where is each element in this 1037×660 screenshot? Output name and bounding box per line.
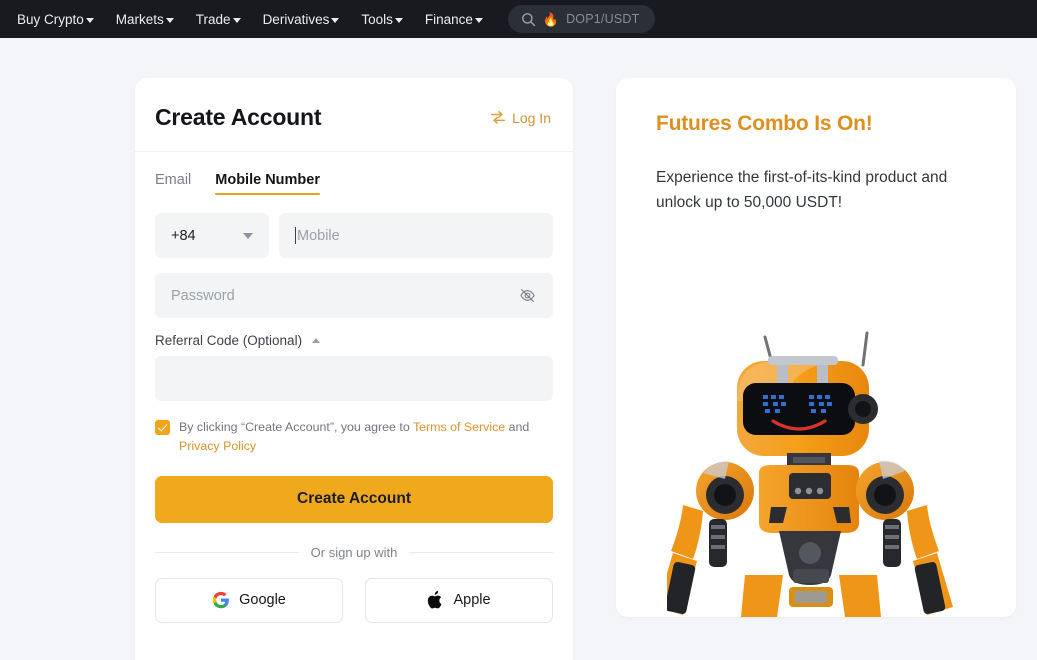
orange-robot-illustration — [667, 331, 953, 617]
nav-item-buy-crypto[interactable]: Buy Crypto — [6, 0, 105, 38]
apple-signup-button[interactable]: Apple — [365, 577, 553, 623]
swap-icon — [491, 111, 506, 124]
nav-item-derivatives[interactable]: Derivatives — [252, 0, 351, 38]
mobile-row: +84 Mobile — [155, 213, 553, 258]
google-signup-button[interactable]: Google — [155, 577, 343, 623]
nav-item-trade[interactable]: Trade — [185, 0, 252, 38]
nav-item-label: Buy Crypto — [17, 11, 84, 27]
chevron-down-icon — [232, 17, 241, 23]
referral-code-toggle[interactable]: Referral Code (Optional) — [155, 333, 553, 348]
chevron-down-icon — [331, 17, 340, 23]
promo-illustration — [656, 215, 978, 617]
oauth-button-label: Google — [239, 592, 286, 609]
nav-item-tools[interactable]: Tools — [350, 0, 414, 38]
login-link-label: Log In — [512, 109, 551, 126]
divider-line-right — [409, 551, 554, 553]
consent-checkbox[interactable] — [155, 420, 170, 435]
top-navbar: Buy Crypto Markets Trade Derivatives Too… — [0, 0, 1037, 38]
referral-code-label: Referral Code (Optional) — [155, 333, 303, 348]
chevron-down-icon — [165, 17, 174, 23]
page-title: Create Account — [155, 104, 322, 130]
chevron-up-icon — [311, 338, 320, 343]
mobile-input-placeholder: Mobile — [297, 227, 340, 244]
country-code-value: +84 — [171, 227, 196, 244]
google-icon — [212, 592, 230, 609]
consent-middle: and — [505, 420, 530, 434]
oauth-button-label: Apple — [453, 592, 491, 609]
country-code-select[interactable]: +84 — [155, 213, 269, 258]
tab-mobile-number[interactable]: Mobile Number — [215, 172, 320, 195]
chevron-down-icon — [85, 17, 94, 23]
password-input-placeholder: Password — [171, 287, 235, 304]
password-input[interactable]: Password — [155, 273, 553, 318]
search-box[interactable]: 🔥 DOP1/USDT — [507, 5, 656, 33]
consent-row: By clicking “Create Account”, you agree … — [155, 418, 553, 456]
search-text: DOP1/USDT — [566, 12, 640, 26]
oauth-buttons: Google Apple — [155, 577, 553, 623]
divider-label: Or sign up with — [310, 544, 398, 560]
nav-item-markets[interactable]: Markets — [105, 0, 185, 38]
mobile-input[interactable]: Mobile — [279, 213, 553, 258]
signup-divider: Or sign up with — [155, 544, 554, 560]
consent-text: By clicking “Create Account”, you agree … — [179, 418, 553, 456]
flame-icon: 🔥 — [542, 11, 560, 27]
privacy-policy-link[interactable]: Privacy Policy — [179, 439, 256, 453]
create-account-button[interactable]: Create Account — [155, 475, 553, 523]
nav-item-label: Trade — [195, 11, 231, 27]
nav-item-label: Tools — [361, 11, 393, 27]
chevron-down-icon — [243, 232, 253, 239]
referral-code-input[interactable] — [155, 356, 553, 401]
chevron-down-icon — [394, 17, 403, 23]
page-content: Create Account Log In Email Mobile Numbe… — [0, 38, 1037, 660]
nav-item-label: Markets — [115, 11, 164, 27]
login-link[interactable]: Log In — [490, 110, 551, 126]
signup-form: Email Mobile Number +84 Mobile Password — [135, 152, 573, 623]
promo-body: Experience the first-of-its-kind product… — [656, 169, 948, 212]
promo-title: Futures Combo Is On! — [656, 112, 873, 135]
text-cursor — [295, 227, 296, 244]
nav-item-label: Finance — [424, 11, 473, 27]
consent-prefix: By clicking “Create Account”, you agree … — [179, 420, 413, 434]
chevron-down-icon — [474, 17, 483, 23]
tab-email[interactable]: Email — [155, 172, 191, 195]
terms-of-service-link[interactable]: Terms of Service — [413, 420, 505, 434]
eye-off-icon[interactable] — [518, 286, 537, 305]
promo-card: Futures Combo Is On! Experience the firs… — [616, 78, 1016, 617]
nav-item-label: Derivatives — [262, 11, 330, 27]
signup-card: Create Account Log In Email Mobile Numbe… — [135, 78, 573, 660]
search-icon — [521, 12, 536, 26]
signup-method-tabs: Email Mobile Number — [155, 172, 553, 195]
nav-item-finance[interactable]: Finance — [414, 0, 494, 38]
signup-card-header: Create Account Log In — [135, 78, 573, 152]
apple-icon — [428, 591, 442, 609]
divider-line-left — [155, 551, 299, 553]
